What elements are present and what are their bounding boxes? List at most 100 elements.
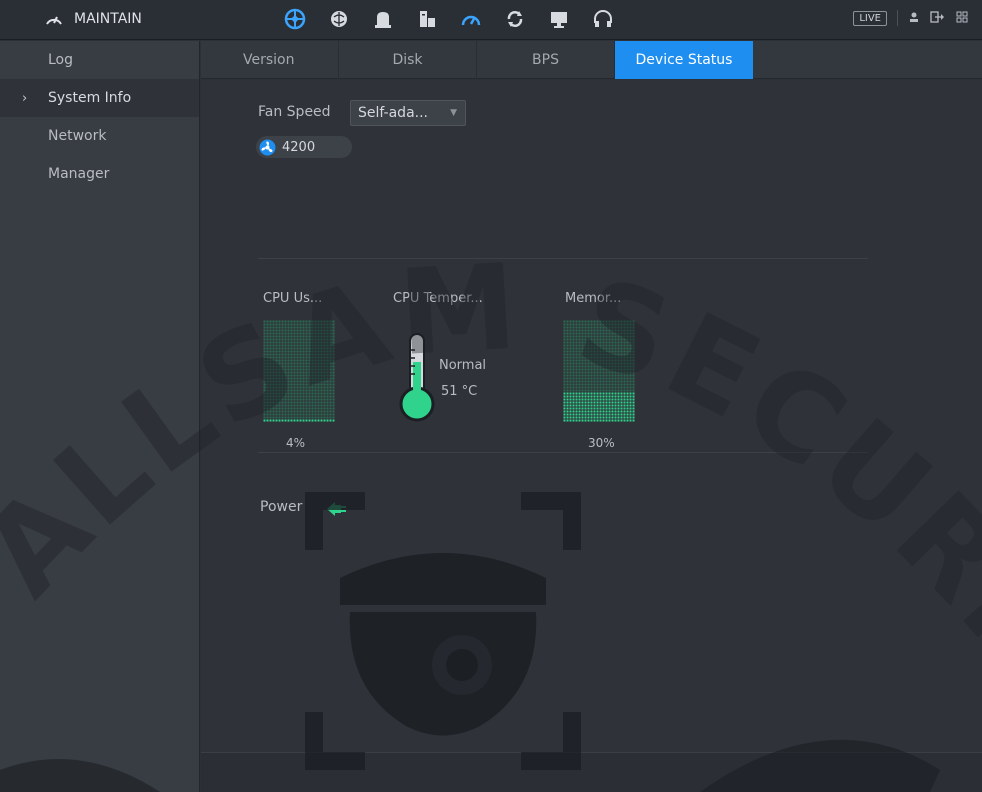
user-icon[interactable] — [908, 11, 920, 26]
meter-dot — [299, 371, 302, 374]
brain-icon[interactable] — [326, 6, 352, 32]
meter-dot — [290, 365, 293, 368]
grid-menu-icon[interactable] — [956, 11, 968, 26]
meter-dot — [587, 398, 590, 401]
meter-dot — [287, 332, 290, 335]
meter-dot — [623, 392, 626, 395]
meter-dot — [302, 380, 305, 383]
meter-dot — [614, 419, 617, 422]
meter-dot — [575, 356, 578, 359]
meter-dot — [617, 377, 620, 380]
meter-dot — [584, 380, 587, 383]
meter-row — [263, 362, 335, 365]
meter-dot — [287, 404, 290, 407]
audio-icon[interactable] — [590, 6, 616, 32]
meter-dot — [314, 416, 317, 419]
meter-dot — [320, 398, 323, 401]
meter-dot — [314, 335, 317, 338]
tab-device-status[interactable]: Device Status — [615, 41, 753, 79]
meter-dot — [266, 404, 269, 407]
meter-dot — [605, 374, 608, 377]
meter-dot — [290, 329, 293, 332]
live-button[interactable]: LIVE — [853, 10, 887, 26]
meter-dot — [566, 410, 569, 413]
meter-dot — [563, 377, 566, 380]
bell-icon[interactable] — [370, 6, 396, 32]
device-status-panel: Fan Speed Self-ada... ▼ 4200 CPU Us... 4… — [201, 80, 982, 792]
meter-dot — [563, 413, 566, 416]
meter-dot — [314, 377, 317, 380]
tab-version[interactable]: Version — [201, 41, 339, 79]
meter-dot — [314, 419, 317, 422]
meter-dot — [626, 350, 629, 353]
meter-dot — [326, 380, 329, 383]
meter-dot — [275, 365, 278, 368]
meter-dot — [593, 371, 596, 374]
meter-dot — [329, 392, 332, 395]
meter-dot — [623, 347, 626, 350]
meter-dot — [632, 386, 635, 389]
meter-dot — [269, 407, 272, 410]
sidebar-item-log[interactable]: Log — [0, 41, 199, 79]
meter-dot — [314, 347, 317, 350]
meter-dot — [305, 404, 308, 407]
sidebar-item-network[interactable]: Network — [0, 117, 199, 155]
meter-dot — [620, 383, 623, 386]
meter-dot — [620, 374, 623, 377]
meter-dot — [275, 338, 278, 341]
meter-dot — [587, 332, 590, 335]
meter-dot — [320, 371, 323, 374]
meter-dot — [308, 410, 311, 413]
display-icon[interactable] — [546, 6, 572, 32]
meter-dot — [569, 344, 572, 347]
meter-dot — [569, 353, 572, 356]
meter-dot — [323, 335, 326, 338]
meter-dot — [629, 344, 632, 347]
logout-icon[interactable] — [930, 10, 946, 26]
maintain-module-icon[interactable] — [458, 6, 484, 32]
meter-dot — [317, 338, 320, 341]
meter-dot — [614, 368, 617, 371]
meter-dot — [323, 401, 326, 404]
meter-dot — [323, 395, 326, 398]
meter-dot — [329, 329, 332, 332]
meter-dot — [578, 359, 581, 362]
meter-dot — [311, 347, 314, 350]
meter-dot — [284, 398, 287, 401]
meter-dot — [581, 395, 584, 398]
meter-dot — [605, 338, 608, 341]
meter-dot — [308, 371, 311, 374]
meter-row — [563, 374, 635, 377]
meter-dot — [269, 335, 272, 338]
meter-dot — [293, 419, 296, 422]
meter-dot — [623, 371, 626, 374]
camera-icon[interactable] — [282, 6, 308, 32]
meter-dot — [593, 326, 596, 329]
meter-dot — [332, 356, 335, 359]
meter-dot — [569, 323, 572, 326]
meter-dot — [314, 395, 317, 398]
meter-dot — [590, 341, 593, 344]
meter-dot — [302, 404, 305, 407]
meter-dot — [326, 338, 329, 341]
meter-dot — [629, 329, 632, 332]
meter-dot — [284, 401, 287, 404]
tab-bps[interactable]: BPS — [477, 41, 615, 79]
meter-dot — [566, 347, 569, 350]
storage-icon[interactable] — [414, 6, 440, 32]
backup-icon[interactable] — [502, 6, 528, 32]
meter-dot — [275, 380, 278, 383]
meter-dot — [296, 419, 299, 422]
meter-dot — [326, 350, 329, 353]
meter-dot — [587, 383, 590, 386]
meter-dot — [614, 404, 617, 407]
meter-dot — [320, 323, 323, 326]
meter-dot — [587, 323, 590, 326]
fan-mode-select[interactable]: Self-ada... ▼ — [350, 100, 466, 126]
sidebar-item-manager[interactable]: Manager — [0, 155, 199, 193]
meter-dot — [293, 320, 296, 323]
tab-disk[interactable]: Disk — [339, 41, 477, 79]
sidebar-item-system-info[interactable]: › System Info — [0, 79, 199, 117]
meter-dot — [602, 401, 605, 404]
meter-dot — [596, 368, 599, 371]
